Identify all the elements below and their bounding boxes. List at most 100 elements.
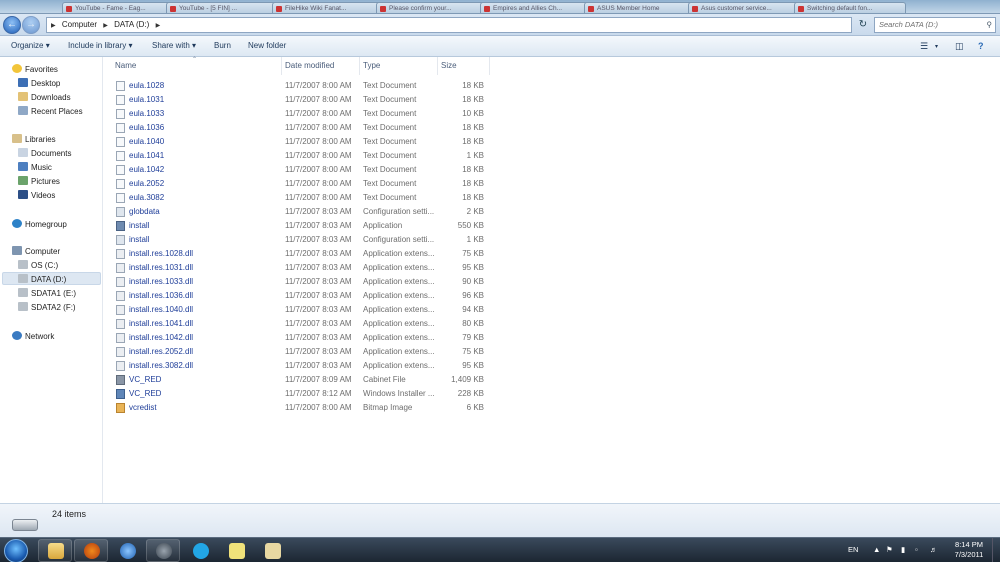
dll-file-icon: [116, 291, 125, 301]
sidebar-item-network[interactable]: Network: [12, 330, 54, 343]
volume-icon[interactable]: ♬: [930, 545, 938, 554]
file-row[interactable]: VC_RED 11/7/2007 8:09 AM Cabinet File 1,409…: [104, 373, 489, 387]
file-date: 11/7/2007 8:00 AM: [285, 151, 352, 160]
file-row[interactable]: vcredist 11/7/2007 8:00 AM Bitmap Image 6 K…: [104, 401, 489, 415]
change-view-icon[interactable]: ☰: [920, 41, 928, 52]
file-row[interactable]: eula.1033 11/7/2007 8:00 AM Text Document 1…: [104, 107, 489, 121]
taskbar-skype[interactable]: [183, 539, 217, 562]
burn-button[interactable]: Burn: [214, 41, 231, 50]
file-row[interactable]: eula.1040 11/7/2007 8:00 AM Text Document 1…: [104, 135, 489, 149]
browser-tab-4[interactable]: Please confirm your...: [376, 2, 488, 13]
browser-tab-2[interactable]: YouTube - [5 FIN] ...: [166, 2, 278, 13]
file-row[interactable]: globdata 11/7/2007 8:03 AM Configuration s…: [104, 205, 489, 219]
power-icon[interactable]: ▮: [901, 545, 905, 554]
forward-button[interactable]: →: [22, 16, 40, 34]
view-options-arrow-icon[interactable]: ▾: [935, 43, 938, 50]
taskbar-firefox[interactable]: [74, 539, 108, 562]
file-row[interactable]: install.res.1042.dll 11/7/2007 8:03 AM App…: [104, 331, 489, 345]
sidebar-item-data-d[interactable]: DATA (D:): [2, 272, 101, 285]
file-row[interactable]: install.res.1040.dll 11/7/2007 8:03 AM App…: [104, 303, 489, 317]
sidebar-item-documents[interactable]: Documents: [18, 147, 71, 160]
address-bar[interactable]: ▶ Computer ▶ DATA (D:) ▶: [46, 17, 852, 33]
taskbar-app[interactable]: [255, 539, 289, 562]
sidebar-item-os-c[interactable]: OS (C:): [18, 259, 58, 272]
taskbar-steam[interactable]: [146, 539, 180, 562]
tab-favicon: [380, 6, 386, 12]
file-row[interactable]: install.res.1041.dll 11/7/2007 8:03 AM App…: [104, 317, 489, 331]
browser-tab-7[interactable]: Asus customer service...: [688, 2, 800, 13]
file-row[interactable]: eula.1041 11/7/2007 8:00 AM Text Document 1…: [104, 149, 489, 163]
sidebar-item-libraries[interactable]: Libraries: [12, 133, 56, 146]
file-row[interactable]: install.res.2052.dll 11/7/2007 8:03 AM App…: [104, 345, 489, 359]
column-divider[interactable]: [359, 57, 360, 75]
browser-tab-5[interactable]: Empires and Allies Ch...: [480, 2, 592, 13]
share-with-button[interactable]: Share with ▾: [152, 41, 196, 50]
column-header-date-modified[interactable]: Date modified: [285, 59, 334, 73]
file-row[interactable]: install 11/7/2007 8:03 AM Application 550 K…: [104, 219, 489, 233]
sticky-notes-icon: [229, 543, 245, 559]
clock[interactable]: 8:14 PM 7/3/2011: [948, 540, 990, 560]
file-row[interactable]: eula.1031 11/7/2007 8:00 AM Text Document 1…: [104, 93, 489, 107]
organize-button[interactable]: Organize ▾: [11, 41, 50, 50]
file-row[interactable]: eula.1042 11/7/2007 8:00 AM Text Document 1…: [104, 163, 489, 177]
file-row[interactable]: install 11/7/2007 8:03 AM Configuration se…: [104, 233, 489, 247]
sidebar-item-homegroup[interactable]: Homegroup: [12, 218, 67, 231]
breadcrumb-computer[interactable]: Computer: [62, 20, 97, 29]
breadcrumb-chevron-icon[interactable]: ▶: [103, 23, 108, 29]
search-input[interactable]: Search DATA (D:) ⚲: [874, 17, 996, 33]
mail-icon: [265, 543, 281, 559]
file-row[interactable]: install.res.1031.dll 11/7/2007 8:03 AM App…: [104, 261, 489, 275]
file-row[interactable]: eula.3082 11/7/2007 8:00 AM Text Document 1…: [104, 191, 489, 205]
sidebar-item-pictures[interactable]: Pictures: [18, 175, 60, 188]
column-header-name[interactable]: Name: [115, 59, 136, 73]
sidebar-item-videos[interactable]: Videos: [18, 189, 55, 202]
file-row[interactable]: VC_RED 11/7/2007 8:12 AM Windows Installer…: [104, 387, 489, 401]
config-file-icon: [116, 235, 125, 245]
file-row[interactable]: install.res.1033.dll 11/7/2007 8:03 AM App…: [104, 275, 489, 289]
taskbar-sticky-notes[interactable]: [219, 539, 253, 562]
language-indicator[interactable]: EN: [848, 545, 858, 554]
show-desktop-button[interactable]: [992, 538, 1000, 562]
show-hidden-icons-icon[interactable]: ▲: [873, 545, 880, 554]
column-divider[interactable]: [489, 57, 490, 75]
sidebar-item-recent-places[interactable]: Recent Places: [18, 105, 83, 118]
column-divider[interactable]: [281, 57, 282, 75]
taskbar-itunes[interactable]: [110, 539, 144, 562]
browser-tab-6[interactable]: ASUS Member Home: [584, 2, 696, 13]
dll-file-icon: [116, 263, 125, 273]
file-size: 1,409 KB: [451, 375, 484, 384]
file-row[interactable]: eula.2052 11/7/2007 8:00 AM Text Document 1…: [104, 177, 489, 191]
new-folder-button[interactable]: New folder: [248, 41, 286, 50]
sidebar-item-downloads[interactable]: Downloads: [18, 91, 71, 104]
breadcrumb-data-d[interactable]: DATA (D:): [114, 20, 149, 29]
sidebar-item-sdata1-e[interactable]: SDATA1 (E:): [18, 287, 76, 300]
network-signal-icon[interactable]: ▫: [915, 545, 918, 554]
browser-tab-8[interactable]: Switching default fon...: [794, 2, 906, 13]
breadcrumb-chevron-icon[interactable]: ▶: [156, 23, 161, 29]
sidebar-item-sdata2-f[interactable]: SDATA2 (F:): [18, 301, 76, 314]
column-header-size[interactable]: Size: [441, 59, 457, 73]
taskbar-explorer[interactable]: [38, 539, 72, 562]
sidebar-item-desktop[interactable]: Desktop: [18, 77, 60, 90]
column-divider[interactable]: [437, 57, 438, 75]
browser-tab-1[interactable]: YouTube - Fame - Eag...: [62, 2, 174, 13]
file-list: Name ⌃ Date modified Type Size eula.1028…: [104, 57, 1000, 503]
file-row[interactable]: install.res.3082.dll 11/7/2007 8:03 AM App…: [104, 359, 489, 373]
include-in-library-button[interactable]: Include in library ▾: [68, 41, 133, 50]
file-row[interactable]: install.res.1028.dll 11/7/2007 8:03 AM App…: [104, 247, 489, 261]
start-button[interactable]: [4, 539, 28, 562]
file-row[interactable]: install.res.1036.dll 11/7/2007 8:03 AM App…: [104, 289, 489, 303]
browser-tab-3[interactable]: FileHike Wiki Fanat...: [272, 2, 384, 13]
sidebar-item-computer[interactable]: Computer: [12, 245, 60, 258]
preview-pane-icon[interactable]: ◫: [955, 41, 964, 52]
file-row[interactable]: eula.1028 11/7/2007 8:00 AM Text Document 1…: [104, 79, 489, 93]
column-header-type[interactable]: Type: [363, 59, 380, 73]
back-button[interactable]: ←: [3, 16, 21, 34]
action-center-flag-icon[interactable]: ⚑: [886, 545, 893, 554]
breadcrumb-chevron-icon[interactable]: ▶: [51, 23, 56, 29]
file-row[interactable]: eula.1036 11/7/2007 8:00 AM Text Document 1…: [104, 121, 489, 135]
sidebar-item-favorites[interactable]: Favorites: [12, 63, 58, 76]
help-icon[interactable]: ?: [978, 41, 984, 51]
refresh-button[interactable]: ↻: [856, 17, 870, 33]
sidebar-item-music[interactable]: Music: [18, 161, 52, 174]
